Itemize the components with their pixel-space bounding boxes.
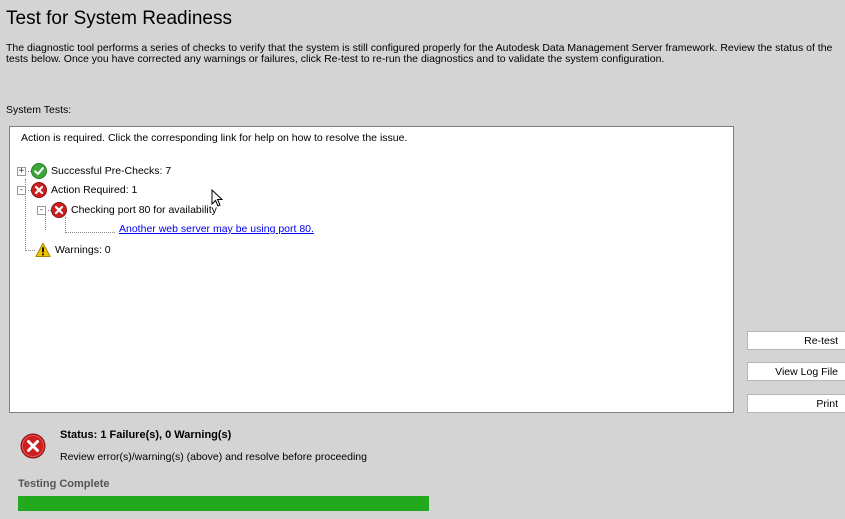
- collapse-icon[interactable]: -: [37, 205, 46, 215]
- tree-node-successful-prechecks[interactable]: + Successful Pre-Checks: 7: [17, 163, 171, 179]
- tree-node-warnings[interactable]: Warnings: 0: [25, 242, 111, 258]
- print-button[interactable]: Print: [747, 394, 845, 413]
- collapse-icon[interactable]: -: [17, 185, 26, 195]
- warning-icon: [35, 242, 51, 258]
- status-title: Status: 1 Failure(s), 0 Warning(s): [60, 429, 232, 441]
- help-link-port-80[interactable]: Another web server may be using port 80.: [119, 223, 314, 235]
- tree-node-checking-port-80[interactable]: - Checking port 80 for availability: [37, 202, 217, 218]
- retest-button[interactable]: Re-test: [747, 331, 845, 350]
- description-text: The diagnostic tool performs a series of…: [6, 42, 833, 65]
- system-tests-label: System Tests:: [6, 104, 72, 116]
- tree-node-label: Checking port 80 for availability: [71, 204, 217, 216]
- mouse-cursor-icon: [211, 189, 223, 207]
- page-title: Test for System Readiness: [6, 8, 232, 29]
- status-error-icon: [20, 433, 46, 459]
- tree-header-message: Action is required. Click the correspond…: [21, 132, 408, 144]
- tree-node-label: Action Required: 1: [51, 184, 138, 196]
- system-tests-tree: Action is required. Click the correspond…: [9, 126, 734, 413]
- tree-node-help-link[interactable]: Another web server may be using port 80.: [65, 223, 314, 235]
- progress-label: Testing Complete: [18, 478, 110, 490]
- check-icon: [31, 163, 47, 179]
- progress-bar: [18, 496, 429, 511]
- expand-icon[interactable]: +: [17, 166, 26, 176]
- tree-node-action-required[interactable]: - Action Required: 1: [17, 182, 137, 198]
- progress-bar-fill: [18, 496, 429, 511]
- status-subtitle: Review error(s)/warning(s) (above) and r…: [60, 451, 367, 463]
- error-icon: [51, 202, 67, 218]
- view-log-file-button[interactable]: View Log File: [747, 362, 845, 381]
- tree-node-label: Successful Pre-Checks: 7: [51, 165, 172, 177]
- error-icon: [31, 182, 47, 198]
- tree-node-label: Warnings: 0: [55, 244, 111, 256]
